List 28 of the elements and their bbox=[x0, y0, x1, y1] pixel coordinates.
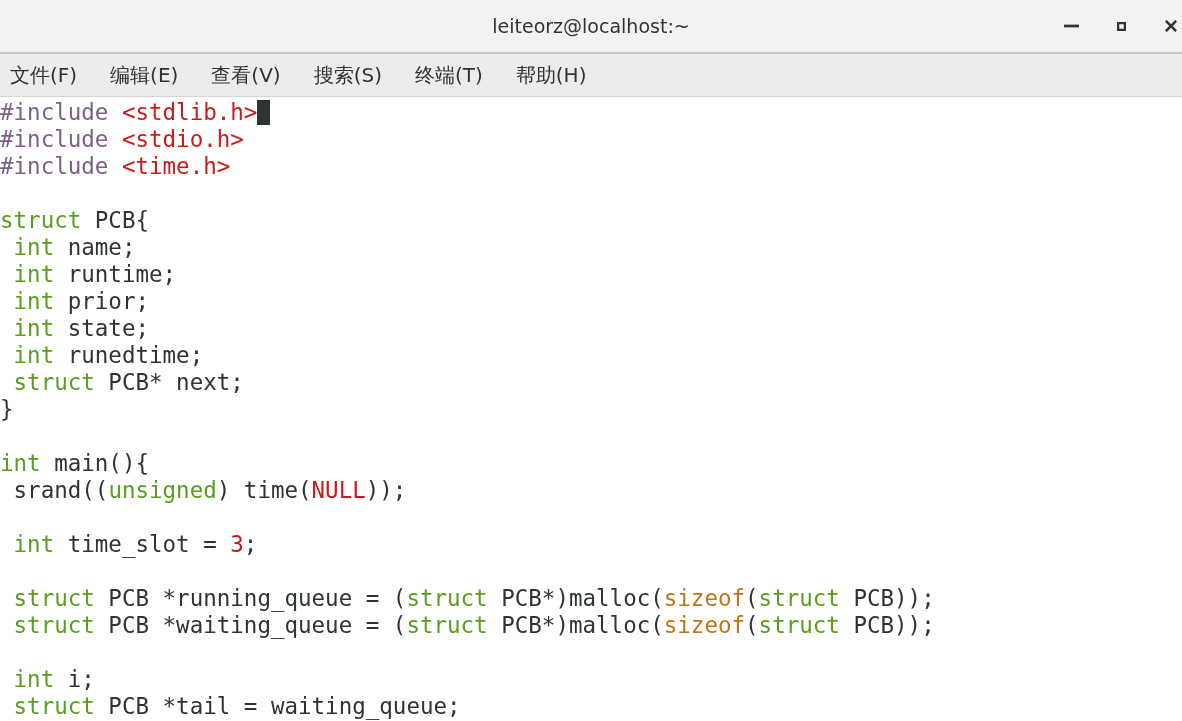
code-line: struct PCB *waiting_queue = (struct PCB*)malloc(sizeof(struct PCB)); bbox=[12, 612, 935, 639]
minimize-icon bbox=[1063, 23, 1079, 29]
close-icon bbox=[1165, 20, 1177, 32]
code-line: struct PCB{ bbox=[0, 207, 149, 234]
code-line: struct PCB *running_queue = (struct PCB*)malloc(sizeof(struct PCB)); bbox=[12, 585, 935, 612]
code-line: struct PCB *tail = waiting_queue; bbox=[12, 693, 461, 720]
code-line: srand((unsigned) time(NULL)); bbox=[12, 477, 407, 504]
code-line: int name; bbox=[12, 234, 136, 261]
code-line: int prior; bbox=[12, 288, 149, 315]
menu-item[interactable]: 编辑(E) bbox=[110, 59, 179, 91]
code-line: int i; bbox=[12, 666, 95, 693]
maximize-icon bbox=[1116, 21, 1126, 31]
menu-item[interactable]: 查看(V) bbox=[211, 59, 281, 91]
window-title: leiteorz@localhost:~ bbox=[492, 15, 690, 37]
menu-item[interactable]: 终端(T) bbox=[414, 59, 483, 91]
code-line: int runtime; bbox=[12, 261, 177, 288]
menu-item[interactable]: 帮助(H) bbox=[515, 59, 587, 91]
code-line: int time_slot = 3; bbox=[12, 531, 258, 558]
code-line: int state; bbox=[12, 315, 149, 342]
code-line: struct PCB* next; bbox=[12, 369, 244, 396]
code-line: #include <time.h> bbox=[0, 153, 231, 180]
code-line: int main(){ bbox=[0, 450, 149, 477]
menu-item[interactable]: 文件(F) bbox=[10, 59, 78, 91]
code-line: #include <stdlib.h> bbox=[0, 99, 258, 126]
menu-item[interactable]: 搜索(S) bbox=[313, 59, 382, 91]
code-line: #include <stdio.h> bbox=[0, 126, 244, 153]
code-line: int runedtime; bbox=[12, 342, 204, 369]
code-line: } bbox=[0, 396, 14, 423]
